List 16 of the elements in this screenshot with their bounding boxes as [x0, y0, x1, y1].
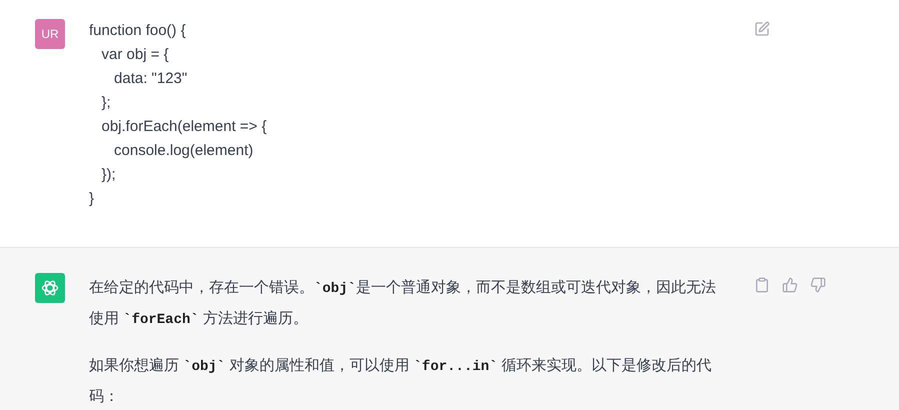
thumbs-down-button[interactable]: [810, 277, 826, 293]
answer-paragraph: 如果你想遍历 `obj` 对象的属性和值，可以使用 `for...in` 循环来实现。以下是修改后的代码：: [89, 356, 713, 407]
message-line: console.log(element): [113, 141, 254, 161]
answer-paragraph: 在给定的代码中，存在一个错误。`obj`是一个普通对象，而不是数组或可迭代对象，因此无法使用 `forEach` 方法进行遍历。: [89, 278, 718, 330]
message-line: }: [89, 189, 94, 209]
message-line: obj.forEach(element => {: [100, 117, 267, 137]
copy-button[interactable]: [754, 277, 770, 293]
message-line: data: "123": [113, 69, 188, 89]
spiral-logo-icon: [40, 278, 60, 298]
user-avatar: UR: [35, 19, 65, 49]
thumbs-up-button[interactable]: [782, 277, 798, 293]
edit-button[interactable]: [754, 21, 770, 37]
message-line: function foo() {: [89, 21, 186, 41]
message-line: var obj = {: [100, 45, 169, 65]
message-line: });: [100, 165, 116, 185]
message-line: };: [100, 93, 111, 113]
